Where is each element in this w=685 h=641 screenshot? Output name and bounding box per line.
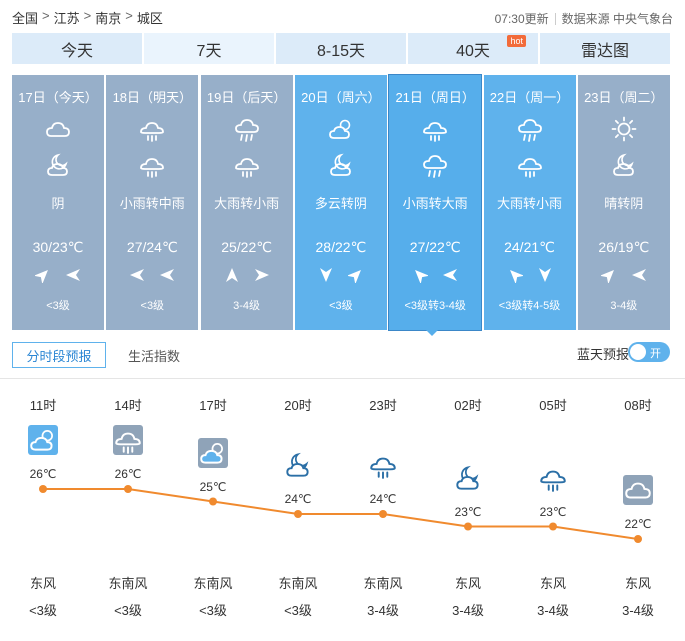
temperature-point [464, 522, 472, 531]
temperature-line [43, 488, 639, 540]
temperature-point [549, 522, 557, 531]
temperature-point [124, 485, 132, 493]
temperature-point [379, 510, 387, 518]
temperature-curve [39, 485, 642, 543]
temperature-point [294, 510, 302, 518]
temperature-point [634, 535, 642, 543]
temperature-point [209, 497, 217, 506]
temperature-point [39, 485, 47, 493]
